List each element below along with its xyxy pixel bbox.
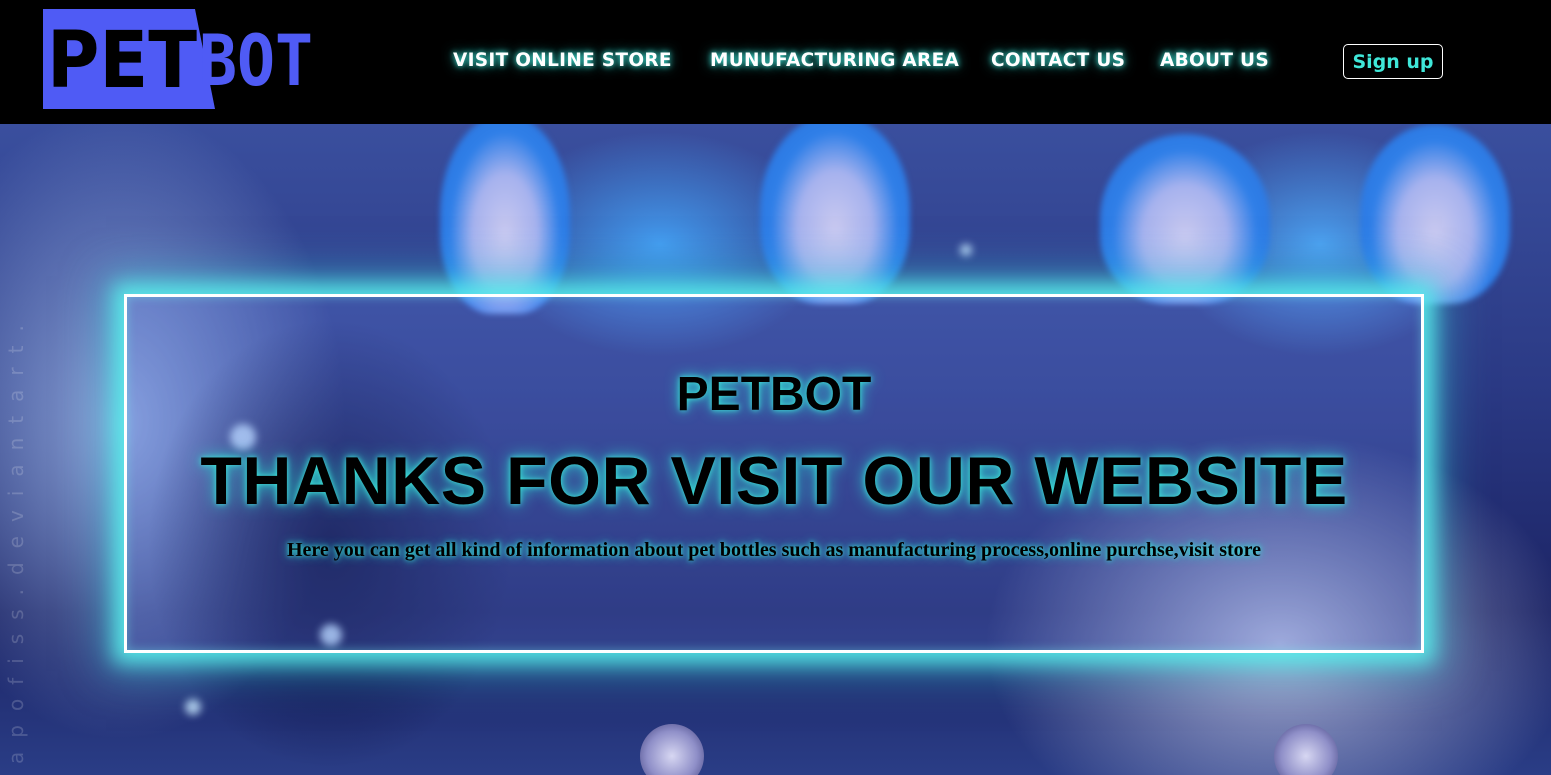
right-cat-ear-left [1100, 134, 1270, 304]
sparkle [185, 699, 201, 715]
left-cat-ear-left [440, 124, 570, 314]
nav-manufacturing-area[interactable]: MUNUFACTURING AREA [710, 50, 959, 71]
welcome-panel: PETBOT THANKS FOR VISIT OUR WEBSITE Here… [124, 294, 1424, 653]
panel-title: THANKS FOR VISIT OUR WEBSITE [200, 443, 1348, 519]
site-header: PET BOT VISIT ONLINE STORE MUNUFACTURING… [0, 0, 1551, 124]
logo-text-pet: PET [47, 16, 197, 106]
logo-text-bot: BOT [199, 20, 313, 102]
yin-yang-pendant-left [640, 724, 704, 775]
nav-contact-us[interactable]: CONTACT US [991, 50, 1125, 71]
panel-description: Here you can get all kind of information… [286, 539, 1262, 561]
sparkle [960, 244, 972, 256]
artist-watermark: apofiss.deviantart. [4, 311, 28, 764]
right-cat-ear-right [1360, 124, 1510, 304]
signup-button[interactable]: Sign up [1343, 44, 1443, 79]
panel-brand: PETBOT [676, 368, 872, 421]
nav-about-us[interactable]: ABOUT US [1160, 50, 1269, 71]
nav-visit-online-store[interactable]: VISIT ONLINE STORE [453, 50, 672, 71]
left-cat-ear-right [760, 124, 910, 304]
yin-yang-pendant-right [1274, 724, 1338, 775]
petbot-logo[interactable]: PET BOT [43, 9, 315, 109]
